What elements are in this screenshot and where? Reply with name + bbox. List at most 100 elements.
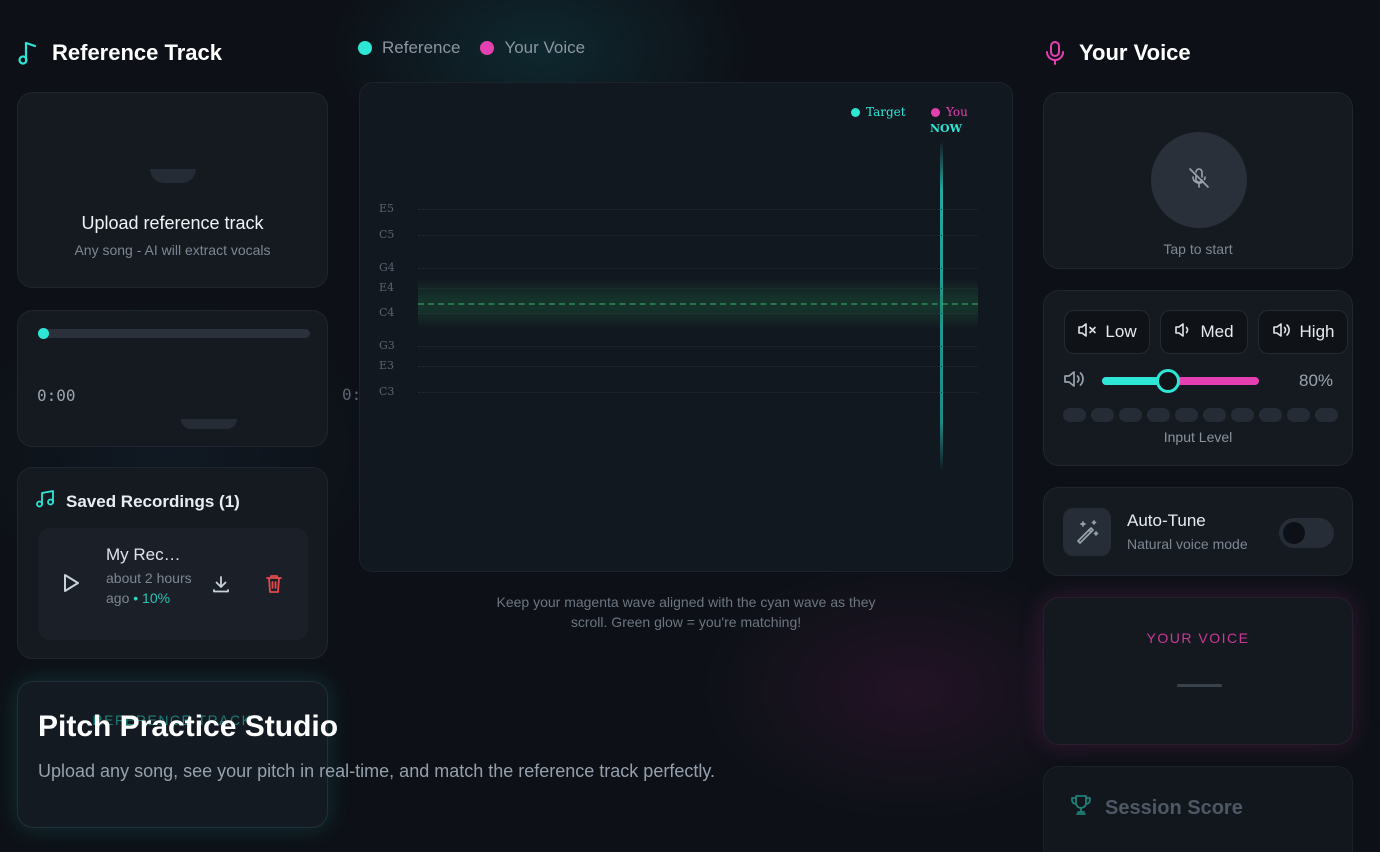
gridline bbox=[418, 268, 978, 269]
legend-voice-label: Your Voice bbox=[504, 38, 586, 57]
note-label-e3: E3 bbox=[379, 359, 395, 372]
recording-score: 10% bbox=[142, 590, 171, 606]
meter-segment bbox=[1091, 408, 1114, 422]
your-voice-heading: Your Voice bbox=[1045, 40, 1191, 66]
download-icon[interactable] bbox=[211, 574, 231, 599]
upload-subtitle: Any song - AI will extract vocals bbox=[74, 242, 271, 258]
now-label: NOW bbox=[930, 122, 962, 135]
legend-reference-label: Reference bbox=[382, 38, 461, 57]
you-color-dot bbox=[931, 107, 940, 117]
mic-off-icon bbox=[1188, 167, 1210, 194]
playback-progress-bar[interactable] bbox=[38, 329, 310, 338]
reference-player: 0:00 bbox=[17, 310, 328, 447]
volume-value: 80% bbox=[1299, 371, 1334, 390]
current-time: 0:00 bbox=[37, 386, 76, 405]
gridline bbox=[418, 346, 978, 347]
meter-segment bbox=[1203, 408, 1226, 422]
gridline bbox=[418, 235, 978, 236]
graph-legend-target: Target bbox=[851, 105, 906, 119]
level-low-button[interactable]: Low bbox=[1064, 310, 1150, 354]
trophy-icon bbox=[1069, 793, 1093, 823]
meter-segment bbox=[1315, 408, 1338, 422]
upload-title: Upload reference track bbox=[81, 213, 264, 233]
play-button-placeholder bbox=[181, 419, 237, 429]
reference-color-dot bbox=[358, 41, 372, 55]
meter-segment bbox=[1259, 408, 1282, 422]
note-label-g3: G3 bbox=[379, 339, 395, 352]
volume-slider-handle[interactable] bbox=[1155, 369, 1180, 393]
play-icon[interactable] bbox=[62, 573, 80, 598]
recording-item: My Rec… about 2 hours ago • 10% bbox=[38, 528, 308, 640]
pitch-readout-empty bbox=[1177, 684, 1222, 687]
saved-recordings-heading: Saved Recordings (1) bbox=[36, 490, 240, 513]
reference-track-title: Reference Track bbox=[52, 40, 222, 65]
gridline bbox=[418, 392, 978, 393]
upload-icon bbox=[150, 169, 196, 183]
wand-icon bbox=[1063, 508, 1111, 556]
mic-panel: Tap to start bbox=[1043, 92, 1353, 269]
session-score-heading: Session Score bbox=[1069, 793, 1243, 823]
volume-2-icon bbox=[1272, 322, 1292, 343]
level-med-button[interactable]: Med bbox=[1160, 310, 1248, 354]
meter-segment bbox=[1231, 408, 1254, 422]
recording-name: My Rec… bbox=[106, 545, 181, 564]
input-level-meter bbox=[1063, 408, 1338, 422]
autotune-toggle-knob bbox=[1283, 522, 1305, 544]
gridline bbox=[418, 366, 978, 367]
graph-legend-top: Reference Your Voice bbox=[358, 38, 585, 58]
volume-x-icon bbox=[1077, 322, 1097, 343]
upload-dropzone[interactable]: Upload reference track Any song - AI wil… bbox=[17, 92, 328, 288]
note-label-e4: E4 bbox=[379, 281, 395, 294]
meta-separator: • bbox=[133, 590, 143, 606]
session-score-card: Session Score bbox=[1043, 766, 1353, 852]
page-title: Pitch Practice Studio bbox=[38, 710, 339, 743]
level-low-label: Low bbox=[1105, 322, 1137, 341]
your-voice-card: YOUR VOICE bbox=[1043, 597, 1353, 745]
graph-legend-you-label: You bbox=[946, 105, 968, 119]
note-label-c4: C4 bbox=[379, 306, 395, 319]
gridline bbox=[418, 209, 978, 210]
meter-segment bbox=[1063, 408, 1086, 422]
pitch-graph: Target You NOW E5 C5 G4 E4 C4 G3 E3 C3 bbox=[359, 82, 1013, 572]
input-level-label: Input Level bbox=[1163, 429, 1233, 445]
your-voice-title: Your Voice bbox=[1079, 40, 1191, 65]
note-label-g4: G4 bbox=[379, 261, 395, 274]
meter-segment bbox=[1175, 408, 1198, 422]
session-score-title: Session Score bbox=[1105, 796, 1243, 819]
autotune-subtitle: Natural voice mode bbox=[1127, 536, 1248, 552]
input-controls-panel: Low Med High 80% Input Level bbox=[1043, 290, 1353, 466]
playback-progress-handle[interactable] bbox=[38, 328, 49, 339]
autotune-panel: Auto-Tune Natural voice mode bbox=[1043, 487, 1353, 576]
target-color-dot bbox=[851, 107, 860, 117]
your-voice-label: YOUR VOICE bbox=[1146, 630, 1250, 646]
saved-recordings-title: Saved Recordings (1) bbox=[66, 491, 240, 511]
instructions-hint: Keep your magenta wave aligned with the … bbox=[496, 594, 876, 630]
recording-meta: about 2 hours ago • 10% bbox=[106, 568, 196, 608]
meter-segment bbox=[1287, 408, 1310, 422]
music-note-icon bbox=[18, 40, 38, 66]
legend-voice: Your Voice bbox=[480, 38, 585, 58]
graph-legend-you: You bbox=[931, 105, 968, 119]
note-label-c3: C3 bbox=[379, 385, 395, 398]
trash-icon[interactable] bbox=[265, 573, 283, 599]
autotune-toggle[interactable] bbox=[1279, 518, 1334, 548]
mic-toggle-button[interactable] bbox=[1151, 132, 1247, 228]
reference-track-heading: Reference Track bbox=[18, 40, 222, 66]
level-high-label: High bbox=[1299, 322, 1335, 341]
volume-1-icon bbox=[1174, 322, 1192, 343]
level-high-button[interactable]: High bbox=[1258, 310, 1348, 354]
note-label-c5: C5 bbox=[379, 228, 395, 241]
autotune-title: Auto-Tune bbox=[1127, 511, 1206, 530]
meter-segment bbox=[1147, 408, 1170, 422]
mic-icon bbox=[1045, 40, 1065, 66]
volume-icon bbox=[1063, 369, 1087, 394]
legend-reference: Reference bbox=[358, 38, 460, 58]
target-pitch-line bbox=[418, 303, 978, 305]
tap-to-start-label: Tap to start bbox=[1163, 241, 1233, 257]
note-label-e5: E5 bbox=[379, 202, 395, 215]
saved-recordings-panel: Saved Recordings (1) My Rec… about 2 hou… bbox=[17, 467, 328, 659]
reference-track-card: REFERENCE TRACK bbox=[17, 681, 328, 828]
voice-color-dot bbox=[480, 41, 495, 55]
meter-segment bbox=[1119, 408, 1142, 422]
level-med-label: Med bbox=[1200, 322, 1234, 341]
